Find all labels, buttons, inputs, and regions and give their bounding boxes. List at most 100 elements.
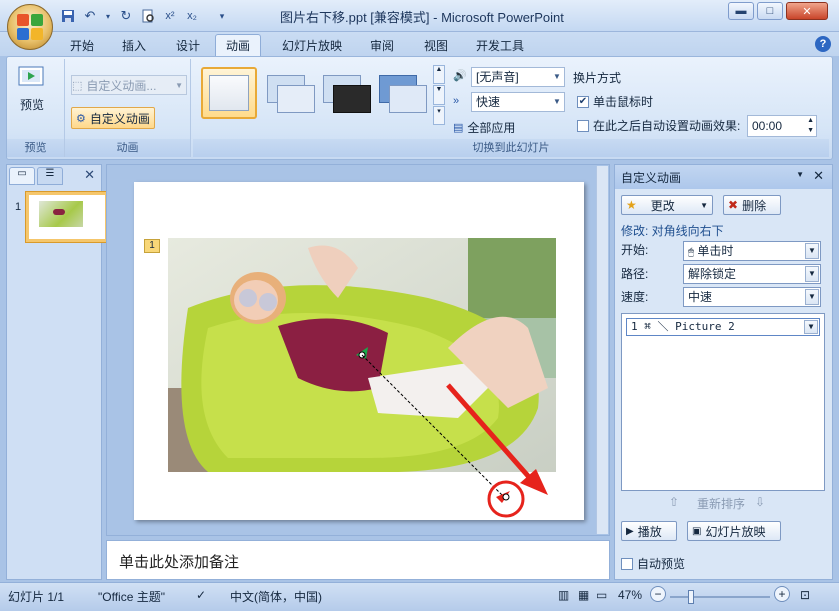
- quick-access-toolbar: ↶ ▾ ↻ x² x₂ ▾: [60, 6, 230, 26]
- start-label: 开始:: [621, 243, 649, 257]
- remove-effect-button[interactable]: ✖ 删除: [723, 195, 781, 215]
- subscript-icon[interactable]: x₂: [184, 8, 200, 24]
- normal-view-icon[interactable]: ▥: [558, 588, 569, 602]
- close-panel-icon[interactable]: ✕: [84, 167, 95, 183]
- slideshow-view-icon[interactable]: ▭: [596, 588, 607, 602]
- save-icon[interactable]: [60, 8, 76, 24]
- transition-fade-black-option[interactable]: [319, 67, 375, 119]
- slide-thumbnail[interactable]: [25, 191, 109, 243]
- transition-sound-value: [无声音]: [476, 70, 519, 84]
- slides-tab-icon[interactable]: ▭: [9, 167, 35, 185]
- reorder-up-icon[interactable]: ⇧: [669, 495, 679, 509]
- transition-speed-dropdown[interactable]: 快速 ▼: [471, 92, 565, 112]
- transition-sound-dropdown[interactable]: [无声音] ▼: [471, 67, 565, 87]
- tab-home[interactable]: 开始: [68, 34, 96, 56]
- preview-icon: [17, 65, 47, 94]
- outline-tab-icon[interactable]: ☰: [37, 167, 63, 185]
- play-label: 播放: [637, 524, 662, 539]
- gallery-more-icon[interactable]: ▾: [433, 105, 445, 125]
- slideshow-icon: ▣: [692, 525, 702, 537]
- custom-animation-button[interactable]: ⚙ 自定义动画: [71, 107, 155, 129]
- tab-slideshow[interactable]: 幻灯片放映: [280, 34, 344, 56]
- path-end-point: [502, 493, 510, 501]
- tab-animation[interactable]: 动画: [215, 34, 262, 56]
- speed-select[interactable]: 中速 ▼: [683, 287, 821, 307]
- path-select[interactable]: 解除锁定 ▼: [683, 264, 821, 284]
- transition-cut-option[interactable]: [375, 67, 431, 119]
- animation-icon: ⬚: [72, 79, 83, 92]
- sorter-view-icon[interactable]: ▦: [578, 588, 589, 602]
- tab-design[interactable]: 设计: [174, 34, 202, 56]
- fit-to-window-icon[interactable]: ⊡: [800, 588, 810, 602]
- redo-icon[interactable]: ↻: [118, 8, 134, 24]
- close-icon: ✕: [802, 5, 812, 18]
- reorder-down-icon[interactable]: ⇩: [755, 495, 765, 509]
- auto-time-spinner[interactable]: 00:00 ▲ ▼: [747, 115, 817, 137]
- auto-after-checkbox[interactable]: 在此之后自动设置动画效果:: [577, 117, 740, 134]
- scroll-up-icon[interactable]: ▲: [433, 65, 445, 85]
- transition-none-option[interactable]: [201, 67, 257, 119]
- close-button[interactable]: ✕: [786, 2, 828, 20]
- undo-dropdown-icon[interactable]: ▾: [104, 8, 112, 24]
- help-icon[interactable]: ?: [815, 36, 831, 52]
- apply-all-button[interactable]: ▤ 全部应用: [453, 119, 515, 136]
- slideshow-button[interactable]: ▣ 幻灯片放映: [687, 521, 781, 541]
- tab-developer[interactable]: 开发工具: [474, 34, 526, 56]
- zoom-in-icon[interactable]: +: [774, 586, 790, 602]
- change-effect-button[interactable]: ★ 更改 ▼: [621, 195, 713, 215]
- minimize-button[interactable]: ▬: [728, 2, 754, 20]
- notes-pane[interactable]: 单击此处添加备注: [106, 540, 610, 580]
- autopreview-checkbox[interactable]: 自动预览: [621, 555, 685, 572]
- tab-view[interactable]: 视图: [422, 34, 450, 56]
- vertical-scrollbar[interactable]: [596, 166, 608, 534]
- preview-button[interactable]: 预览: [17, 65, 47, 113]
- customize-qat-icon[interactable]: ▾: [214, 8, 230, 24]
- zoom-out-icon[interactable]: −: [650, 586, 666, 602]
- spinner-arrows-icon[interactable]: ▲ ▼: [807, 116, 814, 136]
- ribbon-tabs: 开始 插入 设计 动画 幻灯片放映 审阅 视图 开发工具 ?: [0, 32, 839, 56]
- chevron-down-icon[interactable]: ▼: [804, 320, 818, 334]
- print-preview-icon[interactable]: [140, 8, 156, 24]
- status-bar: 幻灯片 1/1 "Office 主题" ✓ 中文(简体，中国) ▥ ▦ ▭ 47…: [0, 582, 839, 611]
- animation-order-tag[interactable]: 1: [144, 239, 160, 253]
- ribbon: 预览 预览 ⬚ 自定义动画... ▼ ⚙ 自定义动画 动画 ▲ ▼ ▾ 🔊 [无…: [6, 56, 833, 160]
- transition-gallery-scroll[interactable]: ▲ ▼ ▾: [433, 65, 445, 125]
- chevron-down-icon: ▼: [805, 289, 819, 305]
- change-effect-label: 更改: [650, 198, 675, 213]
- auto-after-label: 在此之后自动设置动画效果:: [593, 119, 741, 133]
- animation-dropdown: ⬚ 自定义动画... ▼: [71, 75, 187, 95]
- pane-close-icon[interactable]: ✕: [813, 168, 824, 184]
- office-button[interactable]: [7, 4, 53, 50]
- zoom-level[interactable]: 47%: [618, 588, 642, 602]
- office-logo-icon: [17, 14, 43, 40]
- transition-group: ▲ ▼ ▾ 🔊 [无声音] ▼ » 快速 ▼ ▤ 全部应用 换片方式 ✔ 单击鼠…: [193, 59, 829, 157]
- star-icon: ★: [626, 198, 637, 212]
- pane-options-icon[interactable]: ▼: [796, 170, 804, 179]
- slide-number: 1: [15, 201, 22, 213]
- minimize-icon: ▬: [735, 5, 747, 17]
- language: 中文(简体，中国): [230, 590, 322, 604]
- custom-animation-icon: ⚙: [76, 112, 86, 125]
- play-button[interactable]: ▶ 播放: [621, 521, 677, 541]
- transition-fade-smooth-option[interactable]: [263, 67, 319, 119]
- tab-insert[interactable]: 插入: [120, 34, 148, 56]
- animation-list-item[interactable]: 1 ⌘ ＼ Picture 2 ▼: [626, 318, 820, 336]
- on-click-checkbox[interactable]: ✔ 单击鼠标时: [577, 93, 653, 110]
- spellcheck-icon[interactable]: ✓: [196, 588, 206, 602]
- slideshow-label: 幻灯片放映: [705, 524, 766, 539]
- undo-icon[interactable]: ↶: [82, 8, 98, 24]
- animation-dropdown-value: 自定义动画...: [86, 78, 157, 93]
- play-icon: ▶: [626, 525, 634, 537]
- auto-time-value: 00:00: [752, 119, 783, 133]
- superscript-icon[interactable]: x²: [162, 8, 178, 24]
- start-select[interactable]: 🖱 单击时 ▼: [683, 241, 821, 261]
- slides-panel: ▭ ☰ ✕ 1: [6, 164, 109, 580]
- maximize-button[interactable]: □: [757, 2, 783, 20]
- tab-review[interactable]: 审阅: [368, 34, 396, 56]
- theme-name: "Office 主题": [98, 590, 165, 604]
- mouse-icon: 🖱: [688, 247, 694, 258]
- scroll-down-icon[interactable]: ▼: [433, 85, 445, 105]
- zoom-slider[interactable]: [670, 596, 770, 598]
- preview-label: 预览: [19, 98, 44, 112]
- zoom-slider-thumb[interactable]: [688, 590, 694, 604]
